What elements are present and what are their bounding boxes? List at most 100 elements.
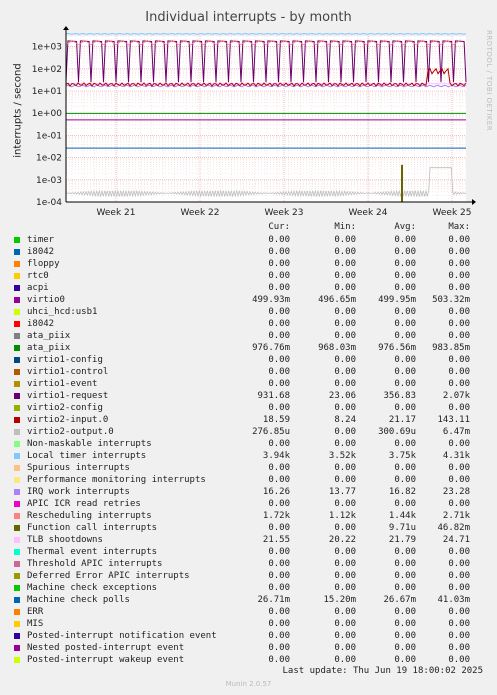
legend-avg-value: 21.79 bbox=[388, 535, 416, 545]
legend-label: Spurious interrupts bbox=[27, 463, 130, 473]
legend-label: Local timer interrupts bbox=[27, 451, 147, 461]
legend-min-value: 0.00 bbox=[334, 379, 356, 389]
legend-avg-value: 300.69u bbox=[378, 427, 416, 437]
legend-swatch bbox=[14, 321, 20, 327]
legend-label: rtc0 bbox=[27, 271, 49, 281]
legend-label: acpi bbox=[27, 283, 49, 293]
legend-label: ata_piix bbox=[27, 331, 71, 341]
legend-min-value: 0.00 bbox=[334, 475, 356, 485]
legend-row: virtio1-config 0.00 0.00 0.00 0.00 bbox=[14, 354, 494, 366]
legend-min-value: 0.00 bbox=[334, 259, 356, 269]
legend-cur-value: 0.00 bbox=[268, 463, 290, 473]
legend-row: uhci_hcd:usb1 0.00 0.00 0.00 0.00 bbox=[14, 306, 494, 318]
legend-min-value: 8.24 bbox=[334, 415, 356, 425]
legend-row: Function call interrupts 0.00 0.00 9.71u 46.… bbox=[14, 522, 494, 534]
legend-row: ata_piix 976.76m 968.03m 976.56m 983.85m bbox=[14, 342, 494, 354]
legend-min-value: 0.00 bbox=[334, 427, 356, 437]
legend-max-value: 0.00 bbox=[448, 571, 470, 581]
legend-avg-value: 0.00 bbox=[394, 235, 416, 245]
legend-swatch bbox=[14, 525, 20, 531]
legend-swatch bbox=[14, 261, 20, 267]
legend-swatch bbox=[14, 477, 20, 483]
legend-label: Machine check exceptions bbox=[27, 583, 158, 593]
legend-swatch bbox=[14, 597, 20, 603]
legend-max-value: 0.00 bbox=[448, 319, 470, 329]
x-tick-label: Week 21 bbox=[97, 208, 136, 218]
legend-avg-value: 499.95m bbox=[378, 295, 416, 305]
legend-row: Local timer interrupts 3.94k 3.52k 3.75k 4.3… bbox=[14, 450, 494, 462]
legend-avg-value: 0.00 bbox=[394, 355, 416, 365]
legend-cur-value: 0.00 bbox=[268, 307, 290, 317]
legend-cur-value: 931.68 bbox=[257, 391, 290, 401]
legend-swatch bbox=[14, 489, 20, 495]
legend-min-value: 496.65m bbox=[318, 295, 356, 305]
legend-label: Threshold APIC interrupts bbox=[27, 559, 163, 569]
legend-max-value: 2.71k bbox=[442, 511, 470, 521]
legend-swatch bbox=[14, 585, 20, 591]
legend-avg-value: 0.00 bbox=[394, 655, 416, 665]
x-tick-label: Week 22 bbox=[181, 208, 220, 218]
legend-cur-value: 0.00 bbox=[268, 367, 290, 377]
legend-min-value: 0.00 bbox=[334, 607, 356, 617]
legend-label: virtio2-config bbox=[27, 403, 103, 413]
legend-min-value: 968.03m bbox=[318, 343, 356, 353]
legend-label: floppy bbox=[27, 259, 60, 269]
legend-swatch bbox=[14, 549, 20, 555]
legend-max-value: 24.71 bbox=[442, 535, 470, 545]
legend-max-value: 0.00 bbox=[448, 247, 470, 257]
legend-swatch bbox=[14, 369, 20, 375]
legend-max-value: 0.00 bbox=[448, 643, 470, 653]
legend-swatch bbox=[14, 345, 20, 351]
legend-max-value: 0.00 bbox=[448, 583, 470, 593]
legend-cur-value: 0.00 bbox=[268, 331, 290, 341]
legend-label: Performance monitoring interrupts bbox=[27, 475, 206, 485]
legend-label: Deferred Error APIC interrupts bbox=[27, 571, 190, 581]
legend-row: IRQ work interrupts 16.26 13.77 16.82 23.28 bbox=[14, 486, 494, 498]
legend-label: Nested posted-interrupt event bbox=[27, 643, 185, 653]
legend-max-value: 0.00 bbox=[448, 619, 470, 629]
legend-swatch bbox=[14, 357, 20, 363]
legend-cur-value: 976.76m bbox=[252, 343, 290, 353]
legend-max-value: 0.00 bbox=[448, 235, 470, 245]
y-axis-arrow bbox=[63, 26, 69, 30]
legend-max-value: 0.00 bbox=[448, 547, 470, 557]
legend: timer 0.00 0.00 0.00 0.00 i8042 0.00 0.00 0.00 0.… bbox=[14, 234, 494, 666]
series-line bbox=[65, 32, 467, 35]
legend-row: floppy 0.00 0.00 0.00 0.00 bbox=[14, 258, 494, 270]
legend-max-value: 0.00 bbox=[448, 439, 470, 449]
legend-swatch bbox=[14, 249, 20, 255]
legend-row: virtio1-control 0.00 0.00 0.00 0.00 bbox=[14, 366, 494, 378]
legend-swatch bbox=[14, 297, 20, 303]
legend-row: Machine check polls 26.71m 15.20m 26.67m 41.… bbox=[14, 594, 494, 606]
legend-label: virtio1-request bbox=[27, 391, 109, 401]
legend-cur-value: 0.00 bbox=[268, 355, 290, 365]
legend-row: Posted-interrupt notification event 0.00 0… bbox=[14, 630, 494, 642]
legend-cur-value: 0.00 bbox=[268, 475, 290, 485]
legend-cur-value: 0.00 bbox=[268, 523, 290, 533]
legend-row: Machine check exceptions 0.00 0.00 0.00 0.00 bbox=[14, 582, 494, 594]
legend-cur-value: 0.00 bbox=[268, 439, 290, 449]
legend-row: virtio1-event 0.00 0.00 0.00 0.00 bbox=[14, 378, 494, 390]
legend-swatch bbox=[14, 513, 20, 519]
legend-min-value: 0.00 bbox=[334, 631, 356, 641]
legend-max-value: 2.07k bbox=[442, 391, 470, 401]
y-tick-label: 1e+02 bbox=[32, 65, 62, 75]
legend-avg-value: 0.00 bbox=[394, 283, 416, 293]
legend-max-value: 0.00 bbox=[448, 403, 470, 413]
legend-min-value: 0.00 bbox=[334, 319, 356, 329]
legend-swatch bbox=[14, 429, 20, 435]
legend-swatch bbox=[14, 465, 20, 471]
last-update: Last update: Thu Jun 19 18:00:02 2025 bbox=[282, 666, 483, 676]
legend-label: IRQ work interrupts bbox=[27, 487, 130, 497]
legend-min-value: 13.77 bbox=[328, 487, 356, 497]
legend-avg-value: 9.71u bbox=[388, 523, 416, 533]
legend-cur-value: 21.55 bbox=[262, 535, 290, 545]
legend-label: TLB shootdowns bbox=[27, 535, 103, 545]
legend-min-value: 3.52k bbox=[328, 451, 356, 461]
legend-cur-value: 0.00 bbox=[268, 583, 290, 593]
legend-avg-value: 0.00 bbox=[394, 547, 416, 557]
legend-swatch bbox=[14, 285, 20, 291]
legend-avg-value: 0.00 bbox=[394, 631, 416, 641]
legend-avg-value: 0.00 bbox=[394, 271, 416, 281]
legend-avg-value: 0.00 bbox=[394, 331, 416, 341]
